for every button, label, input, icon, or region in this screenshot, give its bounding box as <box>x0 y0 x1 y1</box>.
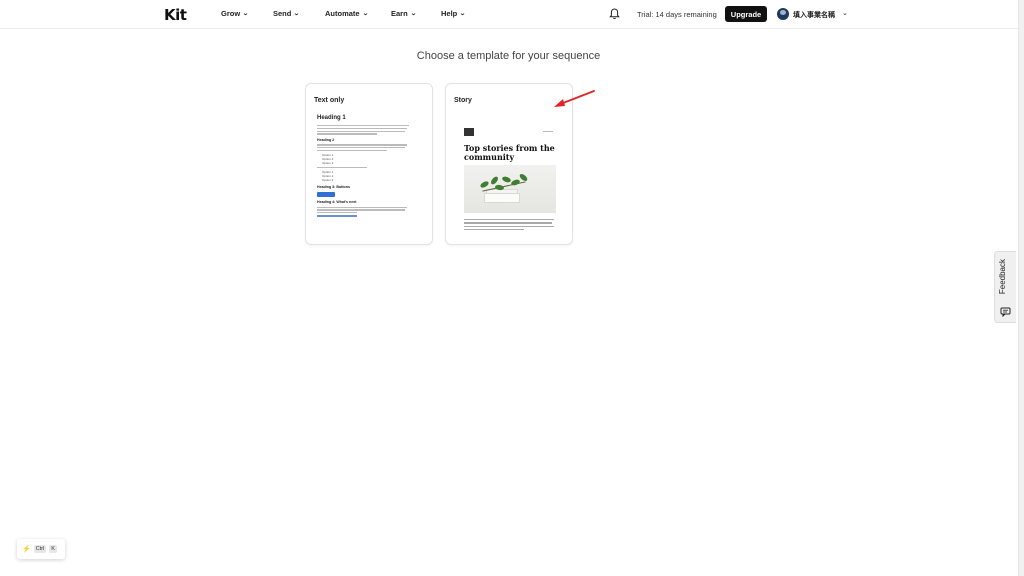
page-title: Choose a template for your sequence <box>416 50 601 62</box>
top-navigation: Kit Grow ⌄ Send ⌄ Automate ⌄ Earn ⌄ Help… <box>0 0 1024 29</box>
preview-meta <box>543 131 553 132</box>
preview-heading-3: Heading 3: Buttons <box>317 184 350 189</box>
chevron-down-icon: ⌄ <box>361 11 369 17</box>
trial-status: Trial: 14 days remaining <box>637 10 717 19</box>
annotation-arrow <box>554 90 595 107</box>
preview-numbered: Option 3 <box>322 177 334 182</box>
kit-logo[interactable]: Kit <box>164 6 187 24</box>
preview-heading-2: Heading 2 <box>317 137 335 142</box>
preview-logo <box>464 128 474 136</box>
nav-earn-label: Earn <box>391 9 408 18</box>
chevron-down-icon[interactable]: ⌄ <box>842 9 848 17</box>
nav-send-label: Send <box>273 9 292 18</box>
kbd-ctrl: Ctrl <box>33 545 47 553</box>
page-scrollbar[interactable] <box>1018 0 1024 576</box>
upgrade-button[interactable]: Upgrade <box>725 6 767 22</box>
nav-help[interactable]: Help ⌄ <box>441 9 467 18</box>
nav-automate[interactable]: Automate ⌄ <box>325 9 368 18</box>
chevron-down-icon: ⌄ <box>242 11 249 17</box>
feedback-label: Feedback <box>998 259 1007 295</box>
template-preview: Heading 1 Heading 2 Option 1 Option 2 Op… <box>317 114 411 217</box>
preview-link <box>317 215 357 217</box>
template-title: Text only <box>314 97 345 104</box>
kbd-k: K <box>49 545 57 553</box>
preview-headline: Top stories from the community <box>464 143 555 162</box>
chevron-down-icon: ⌄ <box>293 11 301 17</box>
nav-grow[interactable]: Grow ⌄ <box>221 9 249 18</box>
nav-help-label: Help <box>441 9 458 18</box>
user-avatar[interactable] <box>777 8 789 20</box>
preview-button <box>317 191 335 197</box>
nav-automate-label: Automate <box>325 9 360 18</box>
template-card-text-only[interactable]: Text only Heading 1 Heading 2 Option 1 O… <box>305 83 433 245</box>
nav-grow-label: Grow <box>221 9 241 18</box>
bell-icon[interactable] <box>609 8 620 20</box>
preview-image <box>464 165 556 213</box>
command-palette-hint[interactable]: ⚡ Ctrl K <box>17 539 65 559</box>
bolt-icon: ⚡ <box>22 546 31 553</box>
template-title: Story <box>454 97 472 104</box>
chevron-down-icon: ⌄ <box>459 11 467 17</box>
preview-body <box>464 219 556 233</box>
preview-bullet: Option 3 <box>322 160 334 165</box>
feedback-tab[interactable]: Feedback <box>994 251 1016 323</box>
nav-send[interactable]: Send ⌄ <box>273 9 301 18</box>
chat-icon <box>1000 307 1011 317</box>
account-name[interactable]: 填入事業名稱 <box>793 10 835 20</box>
preview-heading-1: Heading 1 <box>317 115 346 121</box>
nav-earn[interactable]: Earn ⌄ <box>391 9 416 18</box>
preview-heading-4: Heading 4: What's next <box>317 199 357 204</box>
chevron-down-icon: ⌄ <box>409 11 417 17</box>
